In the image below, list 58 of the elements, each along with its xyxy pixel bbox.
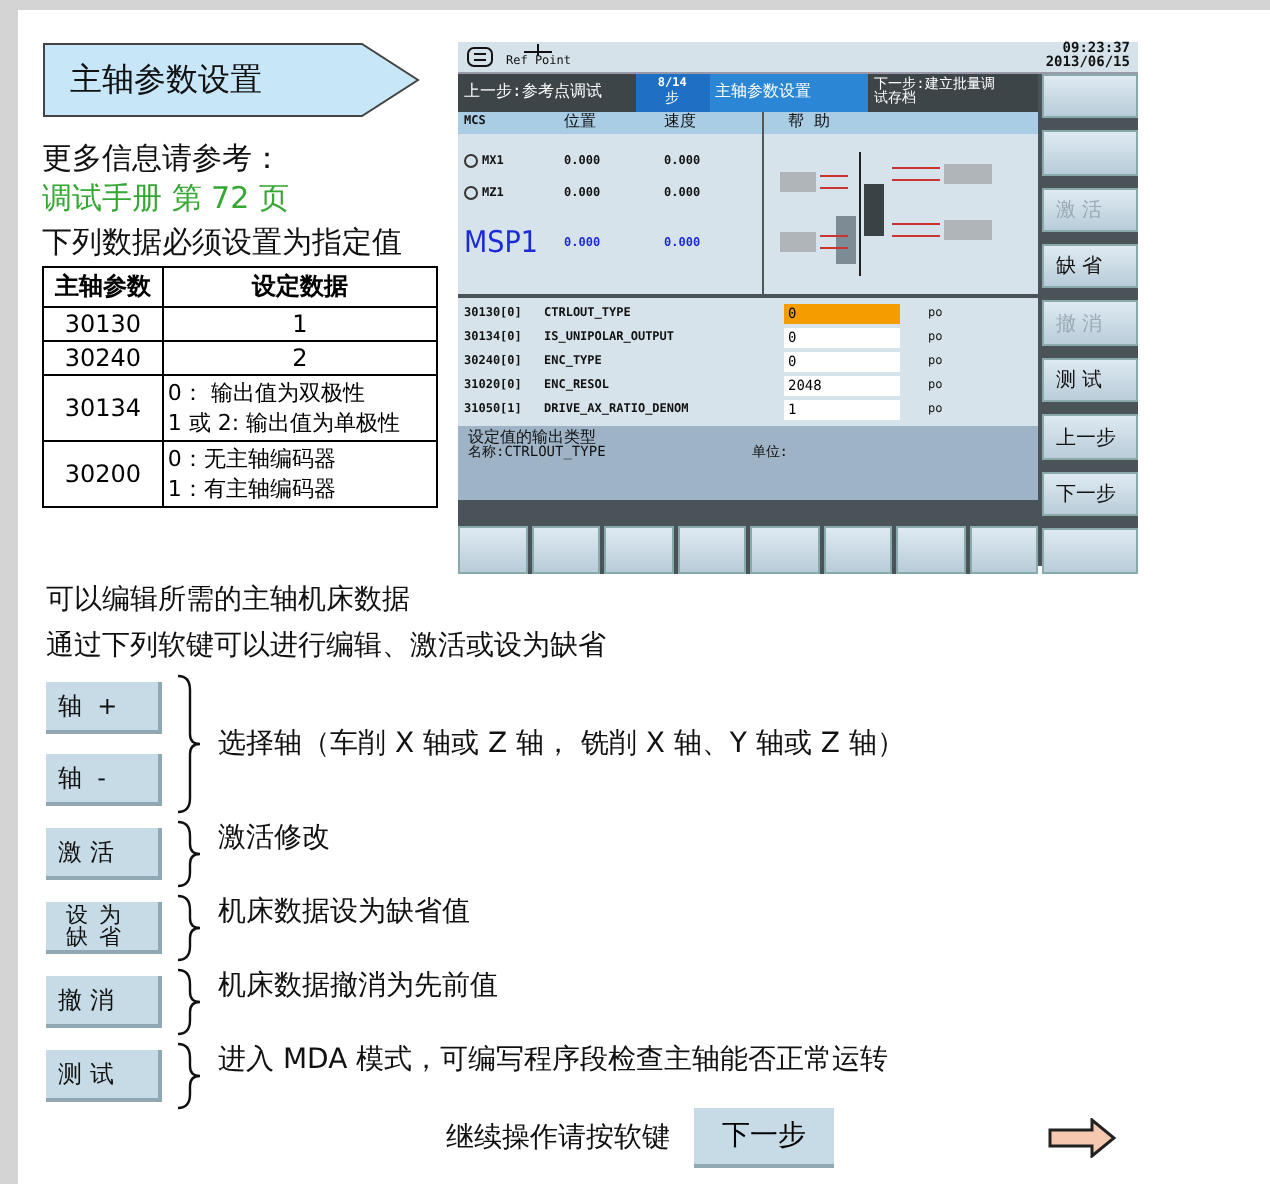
- brace-icon: [174, 820, 202, 888]
- previous-step: 上一步:参考点调试: [464, 83, 602, 101]
- table-cell: 30200: [43, 441, 163, 507]
- softkey[interactable]: 缺 省: [1042, 244, 1138, 289]
- table-cell: 0： 输出值为双极性 1 或 2: 输出值为单极性: [162, 375, 437, 441]
- brace-icon: [174, 968, 202, 1036]
- softkey[interactable]: [531, 525, 600, 574]
- key-description: 激活修改: [218, 820, 330, 856]
- brace-icon: [174, 1042, 202, 1110]
- softkey-button[interactable]: 轴 -: [46, 754, 162, 806]
- table-intro: 下列数据必须设置为指定值: [42, 222, 404, 262]
- softkey[interactable]: [969, 525, 1038, 574]
- key-description: 进入 MDA 模式，可编写程序段检查主轴能否正常运转: [218, 1042, 889, 1078]
- right-arrow-icon: [1048, 1118, 1116, 1158]
- axis-radio[interactable]: [464, 186, 478, 201]
- axis-radio[interactable]: [464, 154, 478, 169]
- softkey[interactable]: [823, 525, 892, 574]
- key-description: 机床数据设为缺省值: [218, 894, 470, 930]
- softkey[interactable]: [677, 525, 746, 574]
- instruction-text: 可以编辑所需的主轴机床数据: [46, 582, 412, 620]
- continue-text: 继续操作请按软键: [446, 1120, 670, 1158]
- instruction-text: 通过下列软键可以进行编辑、激活或设为缺省: [46, 628, 608, 666]
- table-cell: 2: [162, 341, 437, 375]
- current-step: 主轴参数设置: [715, 83, 812, 101]
- softkey-button[interactable]: 设 为缺 省: [46, 902, 162, 954]
- table-cell: 0：无主轴编码器 1：有主轴编码器: [162, 441, 437, 507]
- reference-point-icon: [524, 44, 553, 57]
- column-header: 设定数据: [162, 267, 437, 307]
- softkey[interactable]: [604, 525, 673, 574]
- brace-icon: [174, 674, 202, 814]
- key-description: 机床数据撤消为先前值: [218, 968, 498, 1004]
- reference-text: 更多信息请参考：: [42, 138, 284, 178]
- table-cell: 30240: [43, 341, 163, 375]
- softkey-button[interactable]: 撤 消: [46, 976, 162, 1028]
- softkey-button[interactable]: 轴 +: [46, 682, 162, 734]
- softkey[interactable]: [896, 525, 965, 574]
- softkey-button[interactable]: 激 活: [46, 828, 162, 880]
- column-header: 位置: [564, 113, 598, 131]
- spindle-name: MSP1: [464, 227, 540, 260]
- machine-icon: [466, 45, 494, 68]
- next-button[interactable]: 下一步: [694, 1108, 834, 1168]
- table-cell: 1: [162, 307, 437, 341]
- softkey[interactable]: 测 试: [1042, 357, 1138, 403]
- key-description: 选择轴（车削 X 轴或 Z 轴， 铣削 X 轴、Y 轴或 Z 轴）: [218, 726, 905, 762]
- softkey[interactable]: [1042, 73, 1138, 119]
- softkey-button[interactable]: 测 试: [46, 1050, 162, 1102]
- brace-icon: [174, 894, 202, 962]
- softkey[interactable]: 下一步: [1042, 471, 1138, 517]
- softkey[interactable]: 上一步: [1042, 414, 1138, 460]
- table-cell: 30134: [43, 375, 163, 441]
- softkey[interactable]: [458, 525, 527, 574]
- softkey[interactable]: [750, 525, 819, 574]
- column-header: 速度: [664, 113, 698, 131]
- param-description: 设定值的输出类型: [468, 429, 596, 446]
- column-header: 主轴参数: [43, 267, 163, 307]
- table-cell: 30130: [43, 307, 163, 341]
- section-title: 主轴参数设置: [68, 59, 262, 101]
- help-title: 帮 助: [788, 113, 830, 131]
